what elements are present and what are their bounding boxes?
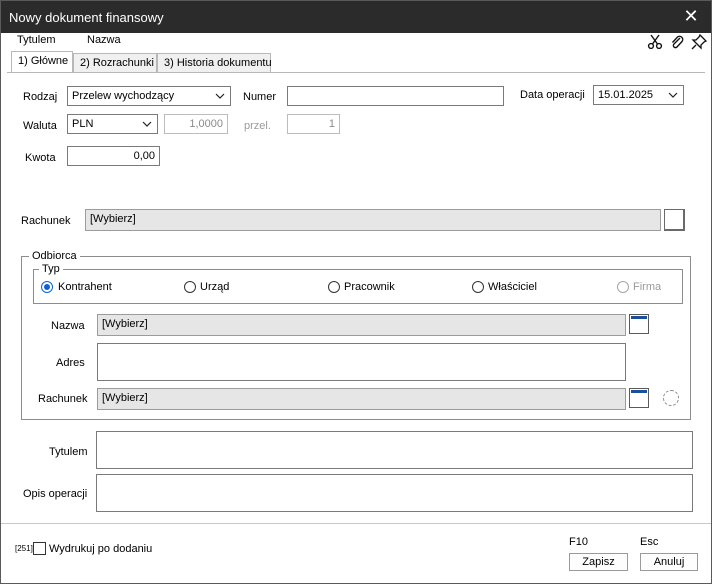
title-bar[interactable]: Nowy dokument finansowy ✕ (1, 1, 711, 33)
odbiorca-adres-label: Adres (56, 357, 85, 369)
odbiorca-rachunek-picker-button[interactable] (629, 388, 649, 408)
chevron-down-icon (142, 121, 152, 127)
radio-firma-label: Firma (633, 281, 662, 293)
data-operacji-label: Data operacji (520, 89, 585, 101)
opis-operacji-input[interactable] (96, 474, 693, 512)
data-operacji-value: 15.01.2025 (598, 89, 654, 101)
print-after-add-label: Wydrukuj po dodaniu (49, 543, 153, 555)
numer-label: Numer (243, 91, 277, 103)
numer-input[interactable] (287, 86, 504, 106)
opis-operacji-label: Opis operacji (23, 488, 88, 500)
radio-urzad-label: Urząd (200, 281, 230, 293)
chevron-down-icon (215, 93, 225, 99)
kwota-input[interactable]: 0,00 (67, 146, 160, 166)
rodzaj-value: Przelew wychodzący (72, 90, 175, 102)
footer-code: [251] (15, 544, 33, 553)
chevron-down-icon (668, 92, 678, 98)
status-circle-icon (663, 390, 679, 406)
radio-firma (617, 281, 629, 293)
footer-separator (1, 523, 711, 524)
przel-input: 1 (287, 114, 340, 134)
odbiorca-rachunek-label: Rachunek (38, 393, 88, 405)
przel-label: przel. (244, 120, 271, 132)
tab-glowne[interactable]: 1) Główne (11, 51, 73, 73)
tab-rozrachunki[interactable]: 2) Rozrachunki (73, 53, 157, 73)
rodzaj-select[interactable]: Przelew wychodzący (67, 86, 231, 106)
rachunek-label: Rachunek (21, 215, 71, 227)
tytulem-input[interactable] (96, 431, 693, 469)
odbiorca-legend: Odbiorca (29, 250, 80, 262)
waluta-value: PLN (72, 118, 94, 130)
scissors-icon[interactable] (647, 34, 663, 50)
print-after-add-checkbox[interactable] (33, 542, 46, 555)
radio-wlasciciel[interactable] (472, 281, 484, 293)
dialog-window: Nowy dokument finansowy ✕ Tytulem Nazwa … (0, 0, 712, 584)
waluta-select[interactable]: PLN (67, 114, 158, 134)
nazwa-picker-button[interactable] (629, 314, 649, 334)
radio-pracownik-label: Pracownik (344, 281, 395, 293)
rachunek-browse-button[interactable] (664, 209, 685, 231)
paperclip-icon[interactable] (669, 34, 685, 50)
rachunek-input[interactable]: [Wybierz] (85, 209, 661, 231)
kurs-input: 1,0000 (164, 114, 228, 134)
typ-legend: Typ (39, 263, 63, 275)
save-shortcut-label: F10 (569, 536, 588, 548)
odbiorca-nazwa-label: Nazwa (51, 320, 85, 332)
tytulem-label: Tytulem (49, 446, 88, 458)
kwota-label: Kwota (25, 152, 56, 164)
radio-wlasciciel-label: Właściciel (488, 281, 537, 293)
tab-historia-dokumentu[interactable]: 3) Historia dokumentu (157, 53, 272, 73)
cancel-shortcut-label: Esc (640, 536, 659, 548)
odbiorca-adres-input[interactable] (97, 343, 626, 381)
radio-kontrahent[interactable] (41, 281, 53, 293)
cancel-button[interactable]: Anuluj (640, 553, 698, 571)
waluta-label: Waluta (23, 120, 57, 132)
pin-icon[interactable] (691, 33, 708, 50)
menu-item-nazwa[interactable]: Nazwa (87, 34, 121, 46)
radio-kontrahent-label: Kontrahent (58, 281, 112, 293)
close-icon[interactable]: ✕ (679, 5, 703, 27)
radio-pracownik[interactable] (328, 281, 340, 293)
window-title: Nowy dokument finansowy (9, 10, 164, 25)
menu-item-tytulem[interactable]: Tytulem (17, 34, 56, 46)
odbiorca-nazwa-input[interactable]: [Wybierz] (97, 314, 626, 336)
save-button[interactable]: Zapisz (569, 553, 628, 571)
odbiorca-rachunek-input[interactable]: [Wybierz] (97, 388, 626, 410)
radio-urzad[interactable] (184, 281, 196, 293)
rodzaj-label: Rodzaj (23, 91, 58, 103)
data-operacji-picker[interactable]: 15.01.2025 (593, 85, 684, 105)
